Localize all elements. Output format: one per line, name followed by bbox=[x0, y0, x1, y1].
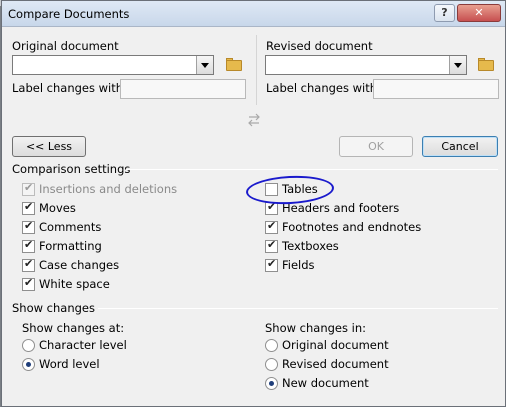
original-document-combo[interactable] bbox=[12, 55, 214, 75]
formatting-label: Formatting bbox=[39, 239, 102, 253]
textboxes-label: Textboxes bbox=[282, 239, 339, 253]
original-document-heading: Original document bbox=[12, 39, 119, 53]
footnotes-endnotes-checkbox[interactable] bbox=[265, 219, 278, 234]
textboxes-checkbox[interactable] bbox=[265, 238, 278, 253]
folder-open-icon[interactable] bbox=[226, 58, 244, 72]
compare-documents-dialog: Compare Documents ? ✕ Original document … bbox=[1, 0, 506, 407]
original-document-radio[interactable] bbox=[265, 339, 278, 352]
insertions-deletions-label: Insertions and deletions bbox=[39, 182, 178, 196]
case-changes-checkbox[interactable] bbox=[22, 257, 35, 272]
show-changes-in-heading: Show changes in: bbox=[265, 321, 367, 335]
character-level-radio[interactable] bbox=[22, 339, 35, 352]
white-space-checkbox[interactable] bbox=[22, 276, 35, 291]
revised-document-heading: Revised document bbox=[266, 39, 373, 53]
case-changes-label: Case changes bbox=[39, 258, 120, 272]
ok-button[interactable]: OK bbox=[339, 136, 413, 157]
title-bar: Compare Documents ? ✕ bbox=[2, 1, 505, 27]
section-divider bbox=[98, 308, 498, 309]
revised-label-changes-input[interactable] bbox=[373, 79, 499, 99]
group-divider bbox=[256, 35, 257, 105]
cancel-button[interactable]: Cancel bbox=[422, 136, 498, 157]
section-divider bbox=[126, 169, 498, 170]
character-level-label: Character level bbox=[39, 338, 127, 352]
help-button[interactable]: ? bbox=[434, 4, 455, 22]
new-document-radio[interactable] bbox=[265, 377, 278, 390]
revised-label-changes-label: Label changes with bbox=[266, 81, 378, 95]
formatting-checkbox[interactable] bbox=[22, 238, 35, 253]
comparison-settings-heading: Comparison settings bbox=[12, 162, 131, 176]
show-changes-heading: Show changes bbox=[12, 301, 95, 315]
folder-open-icon[interactable] bbox=[478, 58, 496, 72]
dropdown-arrow-icon[interactable] bbox=[449, 56, 466, 74]
dropdown-arrow-icon[interactable] bbox=[196, 56, 213, 74]
revised-document-radio[interactable] bbox=[265, 358, 278, 371]
moves-checkbox[interactable] bbox=[22, 200, 35, 215]
original-document-radio-label: Original document bbox=[282, 338, 389, 352]
original-label-changes-label: Label changes with bbox=[12, 81, 124, 95]
swap-arrows-icon[interactable] bbox=[247, 113, 261, 127]
revised-document-combo[interactable] bbox=[265, 55, 467, 75]
fields-label: Fields bbox=[282, 258, 315, 272]
original-label-changes-input[interactable] bbox=[120, 79, 246, 99]
show-changes-at-heading: Show changes at: bbox=[22, 321, 125, 335]
new-document-radio-label: New document bbox=[282, 376, 369, 390]
close-button[interactable]: ✕ bbox=[457, 4, 501, 22]
less-button[interactable]: << Less bbox=[12, 136, 86, 157]
footnotes-endnotes-label: Footnotes and endnotes bbox=[282, 220, 422, 234]
word-level-label: Word level bbox=[39, 357, 100, 371]
insertions-deletions-checkbox[interactable] bbox=[22, 181, 35, 196]
revised-document-radio-label: Revised document bbox=[282, 357, 389, 371]
comments-checkbox[interactable] bbox=[22, 219, 35, 234]
white-space-label: White space bbox=[39, 277, 110, 291]
dialog-title: Compare Documents bbox=[8, 7, 130, 21]
fields-checkbox[interactable] bbox=[265, 257, 278, 272]
comments-label: Comments bbox=[39, 220, 102, 234]
moves-label: Moves bbox=[39, 201, 76, 215]
word-level-radio[interactable] bbox=[22, 358, 35, 371]
